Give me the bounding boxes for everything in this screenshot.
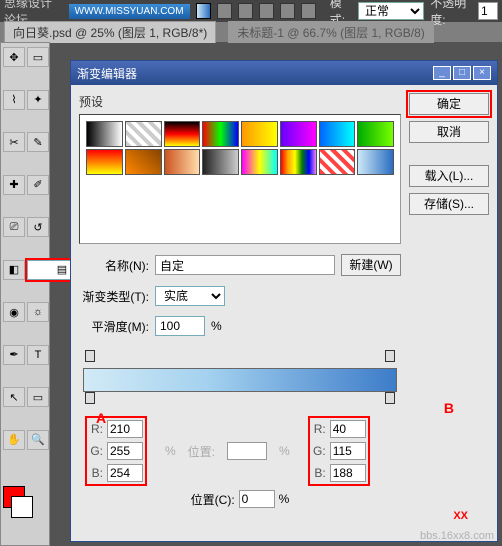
dialog-titlebar[interactable]: 渐变编辑器 _ □ × (71, 61, 497, 85)
preset-swatch-12[interactable] (241, 149, 278, 175)
g-input-a[interactable] (107, 442, 143, 460)
tool-palette: ✥ ▭ ⌇ ✦ ✂ ✎ ✚ ✐ ⎚ ↺ ◧ ▤ ◉ ☼ ✒ T ↖ ▭ ✋ 🔍 (0, 42, 50, 546)
options-bar: 思缘设计论坛 WWW.MISSYUAN.COM 模式: 正常 不透明度: (0, 0, 502, 22)
b-input-a[interactable] (107, 464, 143, 482)
preset-swatch-7[interactable] (357, 121, 394, 147)
stamp-tool-icon[interactable]: ⎚ (3, 217, 25, 237)
brush-tool-icon[interactable]: ✐ (27, 175, 49, 195)
preset-swatch-6[interactable] (319, 121, 356, 147)
crop-tool-icon[interactable]: ✂ (3, 132, 25, 152)
gradient-editor-dialog: 渐变编辑器 _ □ × 预设 名称(N): 新建(W) 渐变类型(T): 实底 … (70, 60, 498, 542)
name-input[interactable] (155, 255, 335, 275)
mid-controls: % 位置: % (165, 418, 290, 484)
rgb-group-a: R: G: B: (87, 418, 145, 484)
opacity-input[interactable] (478, 2, 498, 20)
opacity-stop-right[interactable] (385, 350, 395, 362)
eraser-tool-icon[interactable]: ◧ (3, 260, 25, 280)
blur-tool-icon[interactable]: ◉ (3, 302, 25, 322)
smoothness-input[interactable] (155, 316, 205, 336)
blend-mode-select[interactable]: 正常 (358, 2, 424, 20)
close-button[interactable]: × (473, 66, 491, 80)
watermark: WWW.MISSYUAN.COM (69, 4, 190, 19)
history-brush-tool-icon[interactable]: ↺ (27, 217, 49, 237)
annotation-xx: XX (453, 510, 468, 522)
preset-swatch-1[interactable] (125, 121, 162, 147)
document-tabs: 向日葵.psd @ 25% (图层 1, RGB/8*) 未标题-1 @ 66.… (0, 22, 502, 42)
eyedropper-tool-icon[interactable]: ✎ (27, 132, 49, 152)
preset-swatch-4[interactable] (241, 121, 278, 147)
b-label: B: (89, 466, 103, 480)
position-c-input[interactable] (239, 490, 275, 508)
tab-document-2[interactable]: 未标题-1 @ 66.7% (图层 1, RGB/8) (228, 21, 434, 43)
preset-swatch-8[interactable] (86, 149, 123, 175)
opacity-stop-left[interactable] (85, 350, 95, 362)
cancel-button[interactable]: 取消 (409, 121, 489, 143)
gradient-type-label: 渐变类型(T): (79, 288, 149, 305)
footer-watermark: bbs.16xx8.com (420, 530, 494, 542)
lasso-tool-icon[interactable]: ⌇ (3, 90, 25, 110)
background-color-swatch[interactable] (11, 496, 33, 518)
preset-swatch-10[interactable] (164, 149, 201, 175)
shape-tool-icon[interactable]: ▭ (27, 387, 49, 407)
load-button[interactable]: 载入(L)... (409, 165, 489, 187)
diamond-gradient-button[interactable] (301, 3, 316, 19)
preset-swatch-13[interactable] (280, 149, 317, 175)
rgb-group-b: R: G: B: (310, 418, 368, 484)
g-input-b[interactable] (330, 442, 366, 460)
ok-button[interactable]: 确定 (409, 93, 489, 115)
save-button[interactable]: 存储(S)... (409, 193, 489, 215)
gradient-preview[interactable] (196, 3, 211, 19)
r-input-b[interactable] (330, 420, 366, 438)
wand-tool-icon[interactable]: ✦ (27, 90, 49, 110)
r-input-a[interactable] (107, 420, 143, 438)
annotation-a: A (96, 410, 106, 426)
minimize-button[interactable]: _ (433, 66, 451, 80)
opacity-label: 不透明度: (430, 0, 472, 28)
new-button[interactable]: 新建(W) (341, 254, 401, 276)
hand-tool-icon[interactable]: ✋ (3, 430, 25, 450)
preset-swatch-0[interactable] (86, 121, 123, 147)
reflected-gradient-button[interactable] (280, 3, 295, 19)
path-tool-icon[interactable]: ↖ (3, 387, 25, 407)
tab-document-1[interactable]: 向日葵.psd @ 25% (图层 1, RGB/8*) (4, 21, 216, 43)
gradient-type-select[interactable]: 实底 (155, 286, 225, 306)
zoom-tool-icon[interactable]: 🔍 (27, 430, 49, 450)
marquee-tool-icon[interactable]: ▭ (27, 47, 49, 67)
maximize-button[interactable]: □ (453, 66, 471, 80)
preset-swatch-15[interactable] (357, 149, 394, 175)
smoothness-label: 平滑度(M): (79, 318, 149, 335)
type-tool-icon[interactable]: T (27, 345, 49, 365)
dodge-tool-icon[interactable]: ☼ (27, 302, 49, 322)
preset-swatch-2[interactable] (164, 121, 201, 147)
gradient-bar[interactable] (83, 368, 397, 392)
linear-gradient-button[interactable] (217, 3, 232, 19)
preset-swatch-5[interactable] (280, 121, 317, 147)
pen-tool-icon[interactable]: ✒ (3, 345, 25, 365)
g-label: G: (89, 444, 103, 458)
preset-grid (79, 114, 401, 244)
preset-swatch-9[interactable] (125, 149, 162, 175)
color-stop-left[interactable] (85, 392, 95, 404)
preset-swatch-3[interactable] (202, 121, 239, 147)
percent-label: % (211, 319, 222, 333)
move-tool-icon[interactable]: ✥ (3, 47, 25, 67)
color-stop-right[interactable] (385, 392, 395, 404)
b-input-b[interactable] (330, 464, 366, 482)
preset-swatch-14[interactable] (319, 149, 356, 175)
annotation-b: B (444, 400, 454, 416)
radial-gradient-button[interactable] (238, 3, 253, 19)
angle-gradient-button[interactable] (259, 3, 274, 19)
preset-swatch-11[interactable] (202, 149, 239, 175)
dialog-title: 渐变编辑器 (77, 65, 137, 82)
presets-label: 预设 (79, 93, 401, 110)
position-c-label: 位置(C): (191, 491, 235, 508)
position-label: 位置: (188, 443, 215, 460)
position-input[interactable] (227, 442, 267, 460)
name-label: 名称(N): (79, 257, 149, 274)
heal-tool-icon[interactable]: ✚ (3, 175, 25, 195)
